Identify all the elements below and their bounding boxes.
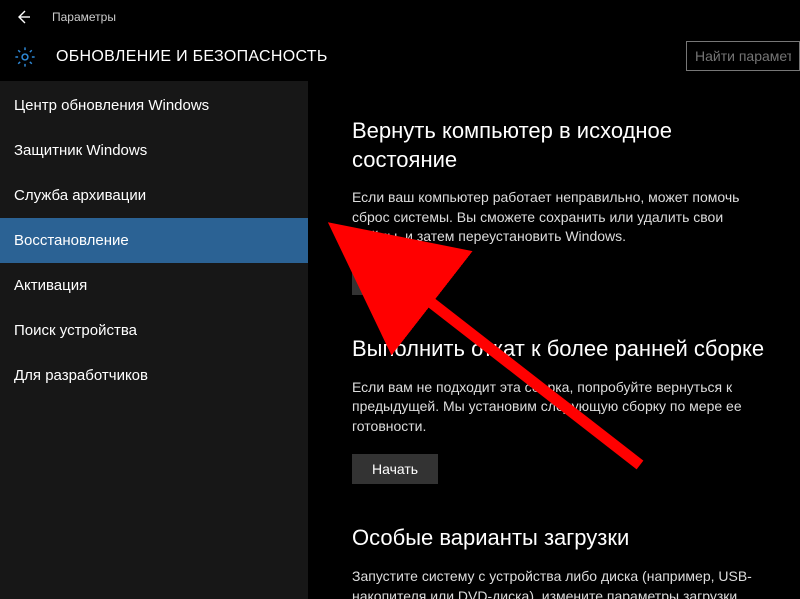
sidebar-item-find-device[interactable]: Поиск устройства bbox=[0, 308, 308, 353]
section-title: Вернуть компьютер в исходное состояние bbox=[352, 117, 772, 174]
sidebar-item-activation[interactable]: Активация bbox=[0, 263, 308, 308]
reset-start-button[interactable]: Начать bbox=[352, 265, 438, 295]
header: ОБНОВЛЕНИЕ И БЕЗОПАСНОСТЬ bbox=[0, 33, 800, 81]
page-title: ОБНОВЛЕНИЕ И БЕЗОПАСНОСТЬ bbox=[56, 48, 328, 66]
section-rollback-build: Выполнить откат к более ранней сборке Ес… bbox=[352, 335, 772, 484]
content: Вернуть компьютер в исходное состояние Е… bbox=[308, 81, 800, 599]
section-reset-pc: Вернуть компьютер в исходное состояние Е… bbox=[352, 117, 772, 295]
sidebar-item-label: Активация bbox=[14, 277, 87, 294]
gear-icon bbox=[14, 46, 36, 68]
sidebar-item-backup[interactable]: Служба архивации bbox=[0, 173, 308, 218]
section-body: Если ваш компьютер работает неправильно,… bbox=[352, 188, 772, 247]
app-title: Параметры bbox=[52, 10, 116, 24]
section-body: Запустите систему с устройства либо диск… bbox=[352, 567, 772, 599]
sidebar: Центр обновления Windows Защитник Window… bbox=[0, 81, 308, 599]
sidebar-item-label: Центр обновления Windows bbox=[14, 97, 209, 114]
sidebar-item-recovery[interactable]: Восстановление bbox=[0, 218, 308, 263]
sidebar-item-label: Для разработчиков bbox=[14, 367, 148, 384]
sidebar-item-for-developers[interactable]: Для разработчиков bbox=[0, 353, 308, 398]
rollback-start-button[interactable]: Начать bbox=[352, 454, 438, 484]
sidebar-item-label: Восстановление bbox=[14, 232, 129, 249]
sidebar-item-windows-update[interactable]: Центр обновления Windows bbox=[0, 83, 308, 128]
section-advanced-startup: Особые варианты загрузки Запустите систе… bbox=[352, 524, 772, 599]
sidebar-item-label: Служба архивации bbox=[14, 187, 146, 204]
search-input[interactable] bbox=[686, 41, 800, 71]
section-title: Особые варианты загрузки bbox=[352, 524, 772, 553]
back-button[interactable] bbox=[8, 2, 38, 32]
arrow-left-icon bbox=[15, 9, 31, 25]
section-body: Если вам не подходит эта сборка, попробу… bbox=[352, 378, 772, 437]
section-title: Выполнить откат к более ранней сборке bbox=[352, 335, 772, 364]
titlebar: Параметры bbox=[0, 0, 800, 33]
sidebar-item-windows-defender[interactable]: Защитник Windows bbox=[0, 128, 308, 173]
sidebar-item-label: Поиск устройства bbox=[14, 322, 137, 339]
sidebar-item-label: Защитник Windows bbox=[14, 142, 147, 159]
